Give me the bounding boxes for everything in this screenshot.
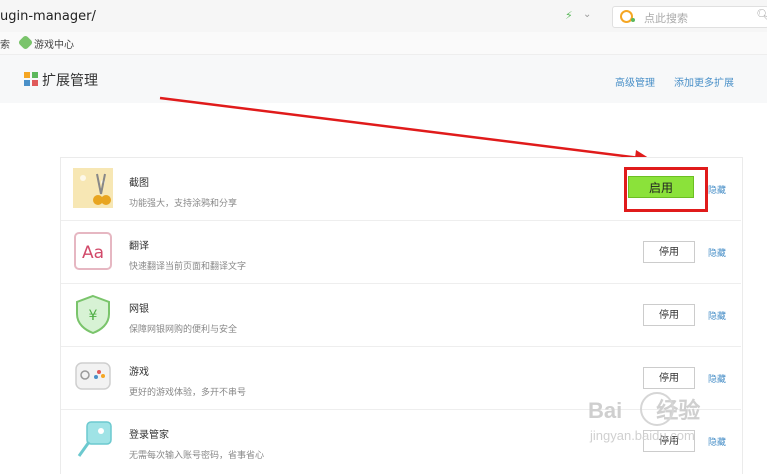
bookmark-item-games[interactable]: 游戏中心 — [34, 36, 74, 51]
paw-logo-icon — [640, 392, 674, 426]
page-title: 扩展管理 — [42, 73, 98, 89]
extension-desc: 更好的游戏体验，多开不串号 — [129, 388, 247, 398]
disable-button[interactable]: 停用 — [643, 304, 695, 326]
scissors-icon — [73, 168, 113, 208]
search-input[interactable]: 点此搜索 — [644, 10, 688, 26]
svg-text:Aa: Aa — [82, 243, 104, 263]
extension-name: 游戏 — [129, 367, 149, 378]
bookmark-item-search[interactable]: 索 — [0, 36, 10, 51]
address-bar-url[interactable]: ugin-manager/ — [0, 9, 96, 24]
chevron-down-icon[interactable]: ⌄ — [583, 9, 591, 20]
disable-button[interactable]: 停用 — [643, 367, 695, 389]
svg-text:¥: ¥ — [89, 308, 98, 324]
hide-link[interactable]: 隐藏 — [708, 372, 726, 385]
hide-link[interactable]: 隐藏 — [708, 183, 726, 196]
extension-name: 翻译 — [129, 241, 149, 252]
annotation-highlight-box — [624, 167, 708, 212]
watermark-site: jingyan.baidu.com — [590, 428, 695, 443]
extensions-logo-icon — [24, 72, 38, 86]
extension-desc: 保障网银网购的便利与安全 — [129, 325, 238, 335]
extension-row-translate: Aa 翻译 快速翻译当前页面和翻译文字 停用 隐藏 — [61, 221, 741, 284]
search-engine-dot-icon — [631, 18, 635, 22]
search-icon[interactable]: 🔍︎ — [756, 8, 767, 22]
hide-link[interactable]: 隐藏 — [708, 435, 726, 448]
extension-name: 网银 — [129, 304, 149, 315]
extension-desc: 快速翻译当前页面和翻译文字 — [129, 262, 247, 272]
gamepad-icon — [75, 362, 111, 390]
key-icon — [77, 421, 112, 457]
hide-link[interactable]: 隐藏 — [708, 246, 726, 259]
extension-desc: 功能强大，支持涂鸦和分享 — [129, 199, 238, 209]
speed-mode-icon[interactable]: ⚡ — [565, 9, 573, 22]
hide-link[interactable]: 隐藏 — [708, 309, 726, 322]
shield-icon: ¥ — [76, 294, 110, 334]
extension-row-banking: ¥ 网银 保障网银网购的便利与安全 停用 隐藏 — [61, 284, 741, 347]
disable-button[interactable]: 停用 — [643, 241, 695, 263]
add-more-extensions-link[interactable]: 添加更多扩展 — [674, 74, 734, 89]
search-box[interactable] — [612, 6, 767, 28]
bookmarks-bar — [0, 32, 767, 55]
extension-name: 登录管家 — [129, 430, 169, 441]
extension-desc: 无需每次输入账号密码，省事省心 — [129, 451, 265, 461]
extension-name: 截图 — [129, 178, 149, 189]
translate-icon: Aa — [74, 232, 112, 270]
advanced-manage-link[interactable]: 高级管理 — [615, 74, 655, 89]
